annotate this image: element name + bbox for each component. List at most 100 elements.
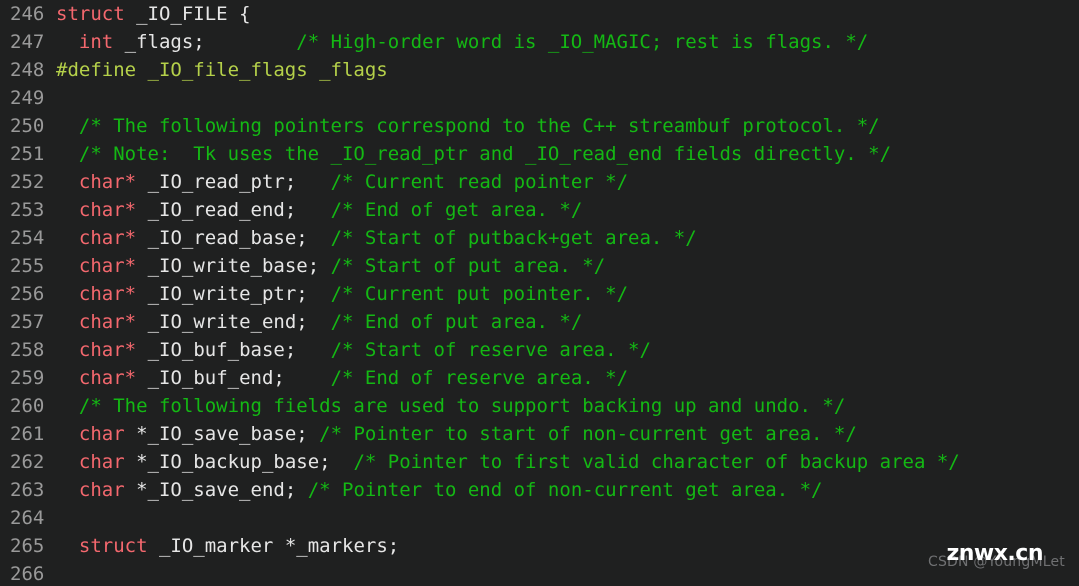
code-line[interactable]: 251 /* Note: Tk uses the _IO_read_ptr an… — [0, 140, 1079, 168]
code-line[interactable]: 247 int _flags; /* High-order word is _I… — [0, 28, 1079, 56]
code-token-cm: /* Note: Tk uses the _IO_read_ptr and _I… — [78, 143, 892, 165]
code-line[interactable]: 265 struct _IO_marker *_markers; — [0, 532, 1079, 560]
code-line-content: char *_IO_save_end; /* Pointer to end of… — [56, 479, 823, 501]
code-token-kw: int — [78, 31, 114, 53]
code-token-src — [113, 31, 124, 53]
code-token-src — [228, 3, 239, 25]
code-token-src — [308, 283, 331, 305]
code-line[interactable]: 246 struct _IO_FILE { — [0, 0, 1079, 28]
code-line[interactable]: 259 char* _IO_buf_end; /* End of reserve… — [0, 364, 1079, 392]
code-line[interactable]: 266 — [0, 560, 1079, 586]
line-number: 255 — [10, 255, 45, 277]
line-number: 260 — [10, 395, 45, 417]
code-token-src — [296, 479, 307, 501]
code-token-cm: /* End of reserve area. */ — [330, 367, 629, 389]
code-line[interactable]: 263 char *_IO_save_end; /* Pointer to en… — [0, 476, 1079, 504]
code-line-content: struct _IO_marker *_markers; — [56, 535, 399, 557]
code-token-src — [56, 367, 79, 389]
code-line[interactable]: 257 char* _IO_write_end; /* End of put a… — [0, 308, 1079, 336]
code-token-src — [308, 311, 331, 333]
code-token-src — [125, 423, 136, 445]
line-number: 256 — [10, 283, 45, 305]
code-line-content: char* _IO_buf_base; /* Start of reserve … — [56, 339, 651, 361]
code-token-op: * — [124, 255, 137, 277]
line-number: 263 — [10, 479, 45, 501]
code-token-op: * — [124, 339, 137, 361]
code-token-src — [148, 535, 159, 557]
code-token-src — [331, 451, 354, 473]
code-token-cm: /* Pointer to start of non-current get a… — [319, 423, 857, 445]
line-number: 250 — [10, 115, 45, 137]
code-token-cm: /* Current read pointer */ — [330, 171, 629, 193]
code-token-cm: /* Pointer to first valid character of b… — [353, 451, 960, 473]
line-number: 262 — [10, 451, 45, 473]
code-line-content: char *_IO_backup_base; /* Pointer to fir… — [56, 451, 960, 473]
code-token-id: _flags; — [124, 31, 205, 53]
code-token-id: *_IO_save_end; — [136, 479, 297, 501]
code-token-kw: char — [78, 171, 125, 193]
line-number: 259 — [10, 367, 45, 389]
code-token-src — [136, 339, 147, 361]
code-token-src — [56, 339, 79, 361]
code-token-id: _IO_FILE — [136, 3, 228, 25]
code-line[interactable]: 252 char* _IO_read_ptr; /* Current read … — [0, 168, 1079, 196]
line-number: 247 — [10, 31, 45, 53]
code-token-src — [56, 479, 79, 501]
code-token-src — [56, 115, 79, 137]
code-token-cm: /* Start of put area. */ — [330, 255, 606, 277]
code-token-src — [56, 451, 79, 473]
code-token-src — [125, 3, 136, 25]
code-line-content: int _flags; /* High-order word is _IO_MA… — [56, 31, 868, 53]
code-token-src — [136, 311, 147, 333]
code-token-kw: char — [78, 451, 125, 473]
code-line-content: char *_IO_save_base; /* Pointer to start… — [56, 423, 857, 445]
code-line[interactable]: 264 — [0, 504, 1079, 532]
code-line[interactable]: 260 /* The following fields are used to … — [0, 392, 1079, 420]
code-token-src — [319, 255, 330, 277]
code-token-src — [125, 479, 136, 501]
code-token-kw: char — [78, 339, 125, 361]
code-token-src — [56, 143, 79, 165]
code-line[interactable]: 250 /* The following pointers correspond… — [0, 112, 1079, 140]
code-line[interactable]: 254 char* _IO_read_base; /* Start of put… — [0, 224, 1079, 252]
code-token-cm: /* Start of putback+get area. */ — [330, 227, 697, 249]
code-token-src — [56, 171, 79, 193]
code-token-src — [125, 451, 136, 473]
code-token-cm: /* Pointer to end of non-current get are… — [307, 479, 823, 501]
code-line-content: char* _IO_write_ptr; /* Current put poin… — [56, 283, 628, 305]
code-line-content: #define _IO_file_flags _flags — [56, 59, 388, 81]
code-listing[interactable]: 246 struct _IO_FILE {247 int _flags; /* H… — [0, 0, 1079, 586]
code-token-src — [56, 311, 79, 333]
code-line[interactable]: 258 char* _IO_buf_base; /* Start of rese… — [0, 336, 1079, 364]
line-number: 261 — [10, 423, 45, 445]
code-line[interactable]: 255 char* _IO_write_base; /* Start of pu… — [0, 252, 1079, 280]
code-token-cm: /* End of get area. */ — [330, 199, 583, 221]
line-number: 265 — [10, 535, 45, 557]
code-token-src — [273, 535, 284, 557]
line-number: 248 — [10, 59, 45, 81]
code-token-id: _IO_buf_base; — [147, 339, 297, 361]
code-token-kw: char — [78, 227, 125, 249]
code-line[interactable]: 253 char* _IO_read_end; /* End of get ar… — [0, 196, 1079, 224]
code-token-cm: /* The following fields are used to supp… — [78, 395, 846, 417]
code-token-src — [285, 367, 331, 389]
code-line[interactable]: 262 char *_IO_backup_base; /* Pointer to… — [0, 448, 1079, 476]
code-token-id: _IO_read_end; — [147, 199, 297, 221]
code-token-src — [136, 255, 147, 277]
line-number: 254 — [10, 227, 45, 249]
code-token-src — [296, 339, 330, 361]
code-line-content: struct _IO_FILE { — [56, 3, 251, 25]
code-line-content: char* _IO_read_ptr; /* Current read poin… — [56, 171, 628, 193]
code-line-content: char* _IO_read_end; /* End of get area. … — [56, 199, 582, 221]
code-line[interactable]: 261 char *_IO_save_base; /* Pointer to s… — [0, 420, 1079, 448]
code-line[interactable]: 256 char* _IO_write_ptr; /* Current put … — [0, 280, 1079, 308]
code-token-id: _IO_write_end; — [147, 311, 308, 333]
code-line-content: /* Note: Tk uses the _IO_read_ptr and _I… — [56, 143, 891, 165]
code-line-content: char* _IO_buf_end; /* End of reserve are… — [56, 367, 628, 389]
code-token-src — [56, 283, 79, 305]
code-editor-viewport: 246 struct _IO_FILE {247 int _flags; /* H… — [0, 0, 1079, 586]
code-line[interactable]: 249 — [0, 84, 1079, 112]
line-number: 252 — [10, 171, 45, 193]
code-line[interactable]: 248 #define _IO_file_flags _flags — [0, 56, 1079, 84]
code-token-id: _IO_write_base; — [147, 255, 320, 277]
